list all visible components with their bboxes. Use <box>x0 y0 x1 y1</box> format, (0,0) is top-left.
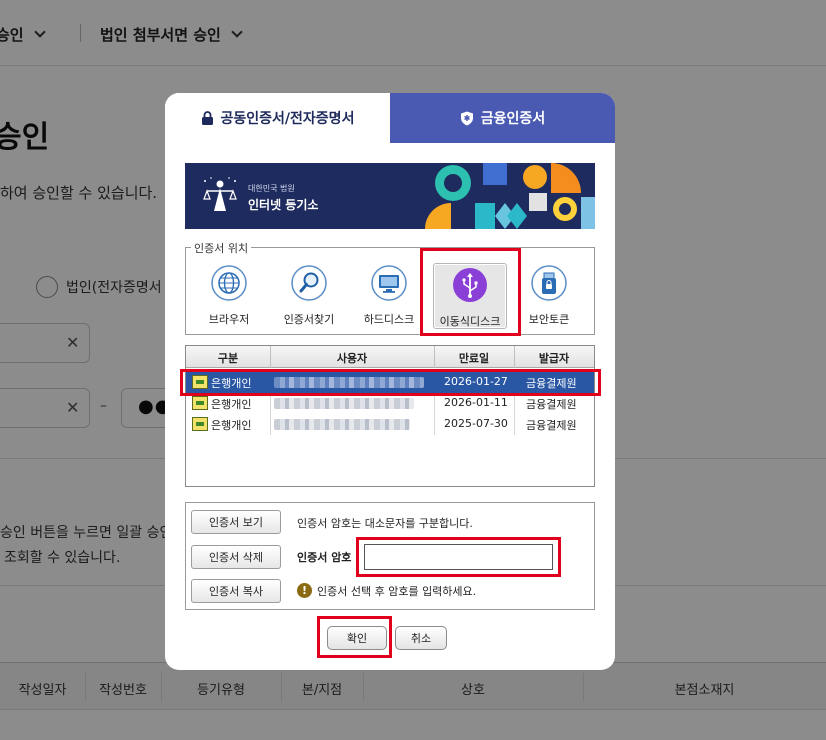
tab-joint-certificate[interactable]: 공동인증서/전자증명서 <box>165 93 390 143</box>
cert-type: 은행개인 <box>211 398 252 411</box>
magnifier-icon <box>291 265 327 301</box>
court-logo-icon <box>203 177 237 211</box>
column-separator <box>514 393 515 414</box>
lock-icon <box>201 111 213 125</box>
banner-small-text: 대한민국 법원 <box>248 184 295 193</box>
location-find-certificate[interactable]: 인증서찾기 <box>273 265 345 327</box>
certificate-tabs: 공동인증서/전자증명서 금융인증서 <box>165 93 615 143</box>
column-separator <box>434 393 435 414</box>
highlight-confirm-button <box>317 616 392 658</box>
certificate-row[interactable]: 은행개인 2025-07-30 금융결제원 <box>186 414 594 435</box>
column-separator <box>270 414 271 435</box>
view-certificate-button[interactable]: 인증서 보기 <box>191 510 281 534</box>
monitor-icon <box>371 265 407 301</box>
password-case-note: 인증서 암호는 대소문자를 구분합니다. <box>297 517 473 530</box>
cert-issuer: 금융결제원 <box>526 398 577 411</box>
column-separator <box>270 393 271 414</box>
cancel-button[interactable]: 취소 <box>395 626 447 650</box>
highlight-selected-certificate <box>180 369 601 396</box>
cert-type: 은행개인 <box>211 419 252 432</box>
location-label: 인증서찾기 <box>283 313 335 326</box>
banner-decoration <box>425 163 595 229</box>
banner-title: 인터넷 등기소 <box>248 198 319 212</box>
location-label: 보안토큰 <box>528 313 570 326</box>
certificate-icon <box>192 417 208 431</box>
warning-text: 인증서 선택 후 암호를 입력하세요. <box>317 585 477 598</box>
column-header: 구분 <box>217 352 239 365</box>
column-separator <box>434 414 435 435</box>
certificate-list[interactable]: 구분 사용자 만료일 발급자 은행개인 2026-01-27 금융결제원 은행개… <box>185 345 595 487</box>
column-header: 만료일 <box>458 352 490 365</box>
cert-expiry: 2025-07-30 <box>444 417 508 430</box>
delete-certificate-button[interactable]: 인증서 삭제 <box>191 545 281 569</box>
tab-label: 금융인증서 <box>480 111 546 127</box>
certificate-list-header: 구분 사용자 만료일 발급자 <box>186 346 594 368</box>
location-label: 브라우저 <box>208 313 250 326</box>
shield-icon <box>460 111 473 125</box>
location-legend: 인증서 위치 <box>191 240 252 256</box>
cert-expiry: 2026-01-11 <box>444 396 508 409</box>
registry-banner: 대한민국 법원 인터넷 등기소 <box>185 163 595 229</box>
copy-certificate-button[interactable]: 인증서 복사 <box>191 579 281 603</box>
highlight-removable-disk <box>420 248 521 336</box>
location-browser[interactable]: 브라우저 <box>193 265 265 327</box>
location-security-token[interactable]: 보안토큰 <box>513 265 585 327</box>
cert-issuer: 금융결제원 <box>526 419 577 432</box>
cert-user-redacted <box>274 398 414 409</box>
certificate-row[interactable]: 은행개인 2026-01-11 금융결제원 <box>186 393 594 414</box>
globe-icon <box>211 265 247 301</box>
certificate-icon <box>192 396 208 410</box>
column-header: 사용자 <box>336 352 368 365</box>
column-separator <box>514 414 515 435</box>
password-label: 인증서 암호 <box>297 551 352 564</box>
highlight-password-input <box>356 537 561 577</box>
tab-label: 공동인증서/전자증명서 <box>220 111 355 127</box>
cert-user-redacted <box>274 419 410 430</box>
location-label: 하드디스크 <box>363 313 415 326</box>
tab-financial-certificate[interactable]: 금융인증서 <box>390 93 615 143</box>
token-icon <box>531 265 567 301</box>
certificate-dialog: 공동인증서/전자증명서 금융인증서 대한민국 법원 인터넷 등기소 인증서 위치… <box>165 93 615 670</box>
column-header: 발급자 <box>538 352 570 365</box>
location-hard-disk[interactable]: 하드디스크 <box>353 265 425 327</box>
warning-icon: ! <box>297 583 312 598</box>
